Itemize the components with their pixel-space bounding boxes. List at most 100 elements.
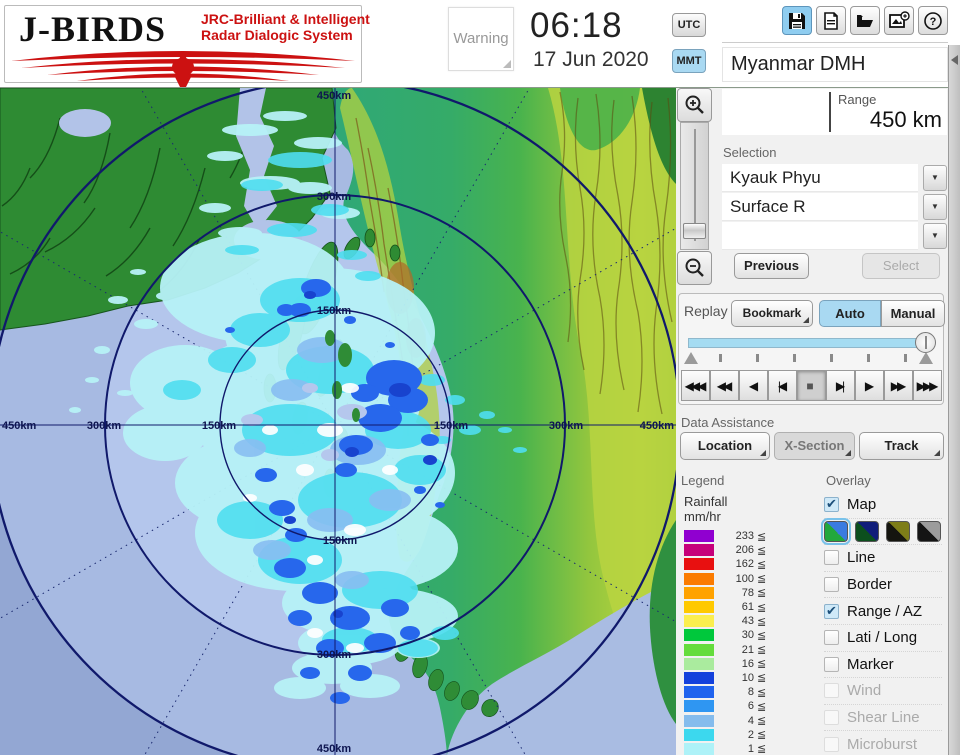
clock-date: 17 Jun 2020 bbox=[533, 48, 649, 71]
overlay-item[interactable]: Wind bbox=[824, 678, 942, 705]
legend-row: 16 ≦ bbox=[684, 657, 814, 671]
mmt-button[interactable]: MMT bbox=[672, 49, 706, 73]
slider-start-marker[interactable] bbox=[684, 352, 698, 364]
zoom-slider-handle[interactable] bbox=[683, 223, 706, 239]
divider bbox=[829, 92, 831, 132]
panel-collapse-strip[interactable] bbox=[948, 45, 960, 755]
open-folder-button[interactable] bbox=[850, 6, 880, 35]
legend-swatch bbox=[684, 530, 714, 543]
checkbox[interactable] bbox=[824, 683, 839, 699]
checkbox[interactable] bbox=[824, 550, 839, 566]
playback-button[interactable]: ▶ bbox=[855, 370, 884, 401]
playback-button[interactable]: |◀ bbox=[768, 370, 797, 401]
replay-slider-handle[interactable] bbox=[915, 332, 936, 353]
legend-value: 162 bbox=[735, 558, 754, 571]
previous-button[interactable]: Previous bbox=[734, 253, 809, 279]
playback-button[interactable]: ◀◀◀ bbox=[681, 370, 710, 401]
overlay-item[interactable]: Marker bbox=[824, 652, 942, 679]
checkbox[interactable] bbox=[824, 603, 839, 619]
svg-text:?: ? bbox=[930, 16, 937, 28]
xsection-button[interactable]: X-Section bbox=[774, 432, 855, 460]
playback-button[interactable]: ▶▶▶ bbox=[913, 370, 942, 401]
playback-button[interactable]: ▶▶ bbox=[884, 370, 913, 401]
help-button[interactable]: ? bbox=[918, 6, 948, 35]
zoom-in-icon bbox=[685, 95, 704, 114]
legend-row: 78 ≦ bbox=[684, 586, 814, 600]
svg-text:300km: 300km bbox=[317, 649, 351, 661]
legend-row: 61 ≦ bbox=[684, 600, 814, 614]
print-button[interactable] bbox=[816, 6, 846, 35]
replay-slider-track[interactable] bbox=[688, 338, 932, 348]
overlay-item[interactable]: Border bbox=[824, 572, 942, 599]
overlay-item[interactable]: Line bbox=[824, 545, 942, 572]
slider-end-marker[interactable] bbox=[919, 352, 933, 364]
svg-text:300km: 300km bbox=[317, 191, 351, 203]
select-button[interactable]: Select bbox=[862, 253, 940, 279]
selection-label: Selection bbox=[723, 145, 777, 160]
playback-button[interactable]: ◀ bbox=[739, 370, 768, 401]
legend-row: 6 ≦ bbox=[684, 699, 814, 713]
legend-swatch bbox=[684, 558, 714, 571]
legend-leq-symbol: ≦ bbox=[757, 729, 767, 742]
overlay-item[interactable]: Range / AZ bbox=[824, 598, 942, 625]
svg-text:150km: 150km bbox=[317, 305, 351, 317]
svg-text:300km: 300km bbox=[87, 420, 121, 432]
help-icon: ? bbox=[924, 11, 942, 30]
chevron-down-icon[interactable]: ▼ bbox=[923, 165, 947, 191]
legend-leq-symbol: ≦ bbox=[757, 587, 767, 600]
dropdown-value[interactable] bbox=[722, 222, 918, 250]
auto-button[interactable]: Auto bbox=[819, 300, 881, 327]
jbirds-app: J-BIRDS JRC-Brilliant & Intelligent Rada… bbox=[0, 0, 960, 755]
overlay-item[interactable]: Microburst bbox=[824, 731, 942, 755]
map-style-swatch[interactable] bbox=[886, 520, 910, 542]
map-style-swatch[interactable] bbox=[821, 517, 851, 545]
overlay-label: Overlay bbox=[826, 473, 871, 488]
checkbox[interactable] bbox=[824, 496, 839, 513]
logo: J-BIRDS JRC-Brilliant & Intelligent Rada… bbox=[4, 5, 370, 87]
chevron-down-icon[interactable]: ▼ bbox=[923, 223, 947, 249]
warning-button[interactable]: Warning bbox=[448, 7, 514, 71]
utc-button[interactable]: UTC bbox=[672, 13, 706, 37]
capture-icon bbox=[889, 10, 910, 28]
overlay-item[interactable]: Shear Line bbox=[824, 705, 942, 732]
playback-button[interactable]: ◀◀ bbox=[710, 370, 739, 401]
overlay-item[interactable]: Lati / Long bbox=[824, 625, 942, 652]
clock-time: 06:18 bbox=[530, 6, 623, 45]
map-style-swatch[interactable] bbox=[855, 520, 879, 542]
dropdown-value[interactable]: Surface R bbox=[722, 193, 918, 221]
replay-label: Replay bbox=[684, 303, 728, 319]
manual-button[interactable]: Manual bbox=[881, 300, 945, 327]
legend-swatch bbox=[684, 742, 714, 755]
track-button[interactable]: Track bbox=[859, 432, 944, 460]
legend-leq-symbol: ≦ bbox=[757, 573, 767, 586]
svg-text:150km: 150km bbox=[323, 535, 357, 547]
legend-value: 4 bbox=[747, 714, 754, 727]
checkbox[interactable] bbox=[824, 577, 839, 593]
overlay-item-map[interactable]: Map bbox=[824, 492, 942, 519]
checkbox[interactable] bbox=[824, 656, 839, 672]
chevron-down-icon[interactable]: ▼ bbox=[923, 194, 947, 220]
checkbox[interactable] bbox=[824, 736, 839, 752]
checkbox[interactable] bbox=[824, 710, 839, 726]
dropdown-value[interactable]: Kyauk Phyu bbox=[722, 164, 918, 192]
zoom-in-button[interactable] bbox=[677, 88, 712, 122]
legend-row: 1 ≦ bbox=[684, 742, 814, 755]
legend-leq-symbol: ≦ bbox=[757, 629, 767, 642]
legend-label: Legend bbox=[681, 473, 725, 488]
overlay-item-label: Wind bbox=[847, 682, 882, 700]
legend-swatch bbox=[684, 671, 714, 684]
playback-button[interactable]: ■ bbox=[797, 370, 826, 401]
capture-button[interactable] bbox=[884, 6, 914, 35]
zoom-out-button[interactable] bbox=[677, 251, 712, 285]
playback-button[interactable]: ▶| bbox=[826, 370, 855, 401]
map-style-swatch[interactable] bbox=[917, 520, 941, 542]
location-button[interactable]: Location bbox=[680, 432, 770, 460]
range-label: Range bbox=[838, 92, 877, 107]
save-button[interactable] bbox=[782, 6, 812, 35]
bookmark-button[interactable]: Bookmark bbox=[731, 300, 813, 327]
radar-map[interactable]: 450km 300km 150km 150km 300km 450km 450k… bbox=[0, 88, 676, 755]
zoom-slider-track[interactable] bbox=[680, 122, 709, 250]
selection-dropdown: ▼ bbox=[722, 222, 947, 250]
checkbox[interactable] bbox=[824, 630, 839, 646]
map-zoom-control bbox=[677, 88, 712, 285]
